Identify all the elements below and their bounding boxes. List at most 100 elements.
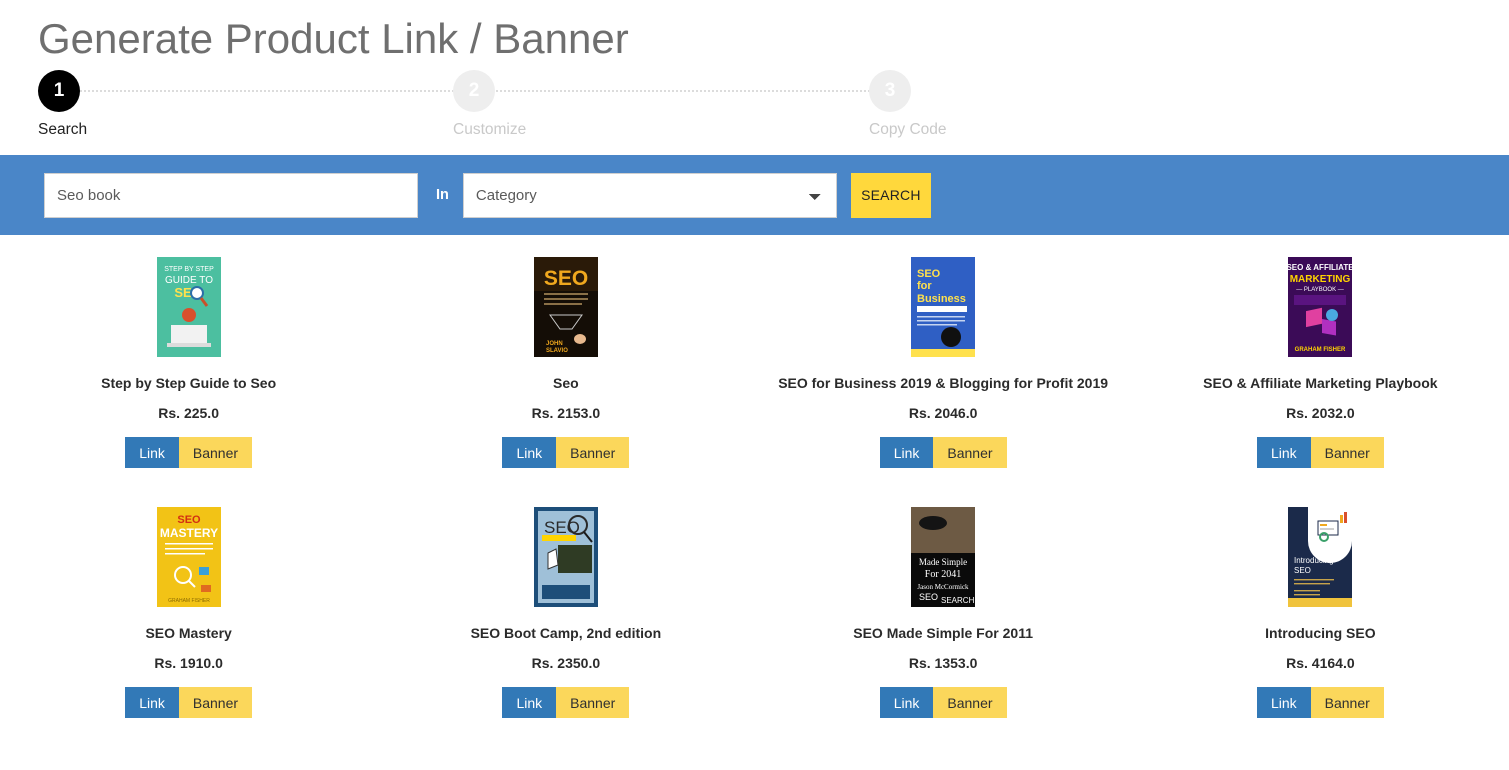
- product-title: Introducing SEO: [1265, 625, 1376, 641]
- product-price: Rs. 4164.0: [1286, 655, 1355, 671]
- banner-button[interactable]: Banner: [1310, 437, 1384, 468]
- search-button[interactable]: SEARCH: [850, 172, 931, 218]
- step-3-number: 3: [884, 80, 896, 101]
- stepper-connector-1-2: [80, 90, 458, 92]
- product-actions: Link Banner: [879, 687, 1007, 718]
- svg-text:JOHN: JOHN: [546, 341, 563, 347]
- product-cover-image: SEO MASTERY GRAHAM FISHER: [156, 507, 221, 607]
- product-title: SEO Made Simple For 2011: [853, 625, 1033, 641]
- product-price: Rs. 2032.0: [1286, 405, 1355, 421]
- page-title: Generate Product Link / Banner: [38, 15, 629, 62]
- product-card: Made Simple For 2041 Jason McCormick SEO…: [755, 485, 1132, 735]
- product-card: Introducing SEO Introducing SEO Rs. 4164…: [1132, 485, 1509, 735]
- product-card: SEO JOHN SLAVIO Seo Rs. 2153.0 Link Bann…: [377, 235, 754, 485]
- link-button[interactable]: Link: [125, 687, 179, 718]
- product-price: Rs. 1353.0: [908, 655, 978, 671]
- product-actions: Link Banner: [879, 437, 1007, 468]
- product-cover-image: Made Simple For 2041 Jason McCormick SEO…: [911, 507, 976, 607]
- svg-text:SEO: SEO: [544, 267, 588, 290]
- svg-text:SEO: SEO: [917, 268, 941, 280]
- banner-button[interactable]: Banner: [178, 687, 253, 718]
- step-1-search[interactable]: 1 Search: [38, 70, 198, 139]
- product-actions: Link Banner: [125, 687, 253, 718]
- product-card: SEO MASTERY GRAHAM FISHER SEO Mastery Rs…: [0, 485, 377, 735]
- svg-text:MARKETING: MARKETING: [1290, 274, 1351, 285]
- product-actions: Link Banner: [502, 687, 630, 718]
- product-price: Rs. 2153.0: [531, 405, 601, 421]
- svg-text:STEP BY STEP: STEP BY STEP: [164, 266, 214, 273]
- banner-button[interactable]: Banner: [556, 687, 630, 718]
- product-actions: Link Banner: [1256, 687, 1384, 718]
- svg-text:SEO & AFFILIATE: SEO & AFFILIATE: [1288, 263, 1352, 272]
- banner-button[interactable]: Banner: [556, 437, 630, 468]
- svg-text:SEO: SEO: [1294, 566, 1311, 575]
- product-title: Seo: [553, 375, 579, 391]
- product-cover-image: Introducing SEO: [1288, 507, 1353, 607]
- link-button[interactable]: Link: [1256, 437, 1311, 468]
- product-card: SEO SEO Boot Camp, 2nd edition Rs. 2350.…: [377, 485, 754, 735]
- product-card: SEO for Business SEO for Business 2019 &…: [755, 235, 1132, 485]
- step-3-copy-code[interactable]: 3 Copy Code: [869, 70, 1029, 139]
- category-select[interactable]: Category: [462, 172, 837, 218]
- product-actions: Link Banner: [502, 437, 630, 468]
- product-title: SEO Mastery: [145, 625, 232, 641]
- product-title: SEO Boot Camp, 2nd edition: [470, 625, 662, 641]
- product-title: SEO for Business 2019 & Blogging for Pro…: [778, 375, 1109, 391]
- link-button[interactable]: Link: [502, 687, 557, 718]
- in-label: In: [436, 187, 449, 203]
- svg-text:SE: SE: [174, 285, 192, 300]
- svg-text:GRAHAM FISHER: GRAHAM FISHER: [168, 598, 210, 604]
- banner-button[interactable]: Banner: [1310, 687, 1384, 718]
- step-3-label: Copy Code: [869, 121, 947, 138]
- product-cover-image: SEO: [533, 507, 598, 607]
- svg-text:SEO: SEO: [919, 592, 938, 602]
- step-2-customize[interactable]: 2 Customize: [453, 70, 613, 139]
- svg-text:Introducing: Introducing: [1294, 556, 1334, 565]
- product-title: SEO & Affiliate Marketing Playbook: [1203, 375, 1438, 391]
- step-1-label: Search: [38, 121, 88, 138]
- svg-text:GRAHAM FISHER: GRAHAM FISHER: [1295, 347, 1346, 353]
- svg-text:SLAVIO: SLAVIO: [546, 348, 568, 354]
- svg-text:SEO: SEO: [177, 514, 201, 526]
- product-actions: Link Banner: [1256, 437, 1384, 468]
- step-2-circle: 2: [453, 70, 495, 112]
- banner-button[interactable]: Banner: [178, 437, 253, 468]
- step-1-circle: 1: [38, 70, 80, 112]
- product-price: Rs. 2046.0: [908, 405, 978, 421]
- product-card: SEO & AFFILIATE MARKETING — PLAYBOOK — G…: [1132, 235, 1509, 485]
- product-cover-image: SEO for Business: [911, 257, 976, 357]
- link-button[interactable]: Link: [125, 437, 179, 468]
- svg-text:For 2041: For 2041: [925, 569, 961, 580]
- product-price: Rs. 1910.0: [154, 655, 223, 671]
- banner-button[interactable]: Banner: [933, 687, 1007, 718]
- search-bar: In Category SEARCH: [0, 155, 1509, 235]
- product-cover-image: STEP BY STEP GUIDE TO SE: [156, 257, 221, 357]
- stepper: 1 Search 2 Customize 3 Copy Code: [0, 70, 1509, 155]
- svg-text:SEARCH: SEARCH: [941, 596, 975, 605]
- svg-text:MASTERY: MASTERY: [160, 526, 218, 540]
- banner-button[interactable]: Banner: [933, 437, 1007, 468]
- product-price: Rs. 225.0: [158, 405, 219, 421]
- svg-text:Jason McCormick: Jason McCormick: [918, 583, 970, 591]
- stepper-connector-2-3: [496, 90, 874, 92]
- product-actions: Link Banner: [125, 437, 253, 468]
- product-price: Rs. 2350.0: [531, 655, 601, 671]
- product-cover-image: SEO & AFFILIATE MARKETING — PLAYBOOK — G…: [1288, 257, 1353, 357]
- link-button[interactable]: Link: [879, 687, 934, 718]
- step-2-label: Customize: [453, 121, 527, 138]
- product-card: STEP BY STEP GUIDE TO SE Step by Step Gu…: [0, 235, 377, 485]
- product-grid: STEP BY STEP GUIDE TO SE Step by Step Gu…: [0, 235, 1509, 735]
- svg-text:Business: Business: [917, 293, 966, 305]
- link-button[interactable]: Link: [1256, 687, 1311, 718]
- step-1-number: 1: [53, 80, 65, 101]
- svg-text:— PLAYBOOK —: — PLAYBOOK —: [1297, 287, 1345, 293]
- search-input[interactable]: [44, 172, 418, 218]
- link-button[interactable]: Link: [502, 437, 557, 468]
- product-cover-image: SEO JOHN SLAVIO: [533, 257, 598, 357]
- step-3-circle: 3: [869, 70, 911, 112]
- step-2-number: 2: [468, 80, 480, 101]
- svg-text:for: for: [917, 280, 932, 292]
- product-title: Step by Step Guide to Seo: [101, 375, 277, 391]
- link-button[interactable]: Link: [879, 437, 934, 468]
- svg-text:Made Simple: Made Simple: [919, 557, 967, 567]
